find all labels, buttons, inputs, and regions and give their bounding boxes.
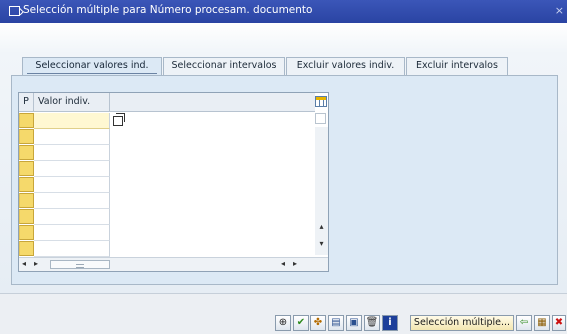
row-selector[interactable] [19, 193, 34, 208]
tab-label: Seleccionar valores ind. [35, 60, 149, 71]
tab-label: Seleccionar intervalos [171, 60, 277, 71]
tab-seleccionar-valores-ind[interactable]: Seleccionar valores ind. [22, 57, 162, 76]
value-cell[interactable] [34, 177, 110, 193]
multi-select-button[interactable]: Selección múltiple... [410, 315, 514, 331]
delete-row-icon[interactable]: ▣ [346, 315, 362, 331]
column-header-p[interactable]: P [19, 93, 34, 112]
multi-select-icon[interactable]: ✤ [310, 315, 326, 331]
scroll-thumb[interactable] [50, 260, 110, 269]
scroll-up-icon[interactable]: ▴ [315, 221, 328, 232]
value-cell[interactable] [34, 193, 110, 209]
tab-label: Excluir valores indiv. [296, 60, 395, 71]
cancel-icon[interactable]: ✖ [552, 315, 566, 331]
window-icon [9, 6, 20, 16]
scroll-left-icon[interactable]: ◂ [281, 259, 285, 268]
row-selector[interactable] [19, 145, 34, 160]
row-selector[interactable] [19, 209, 34, 224]
tab-excluir-intervalos[interactable]: Excluir intervalos [406, 57, 508, 75]
row-selector[interactable] [19, 241, 34, 256]
execute-icon[interactable]: ⊕ [275, 315, 291, 331]
title-bar: Selección múltiple para Número procesam.… [0, 0, 567, 23]
column-header-valor-indiv[interactable]: Valor indiv. [34, 93, 110, 112]
vertical-scrollbar[interactable]: ▴ ▾ [315, 127, 328, 255]
insert-row-icon[interactable]: ▤ [328, 315, 344, 331]
tab-underline [27, 73, 157, 74]
scroll-right-icon[interactable]: ▸ [293, 259, 297, 268]
tab-label: Excluir intervalos [416, 60, 498, 71]
window-title: Selección múltiple para Número procesam.… [23, 4, 313, 16]
value-cell[interactable] [34, 113, 110, 129]
value-cell[interactable] [34, 161, 110, 177]
table-settings-icon[interactable] [315, 96, 327, 107]
tab-seleccionar-intervalos[interactable]: Seleccionar intervalos [163, 57, 285, 75]
row-selector[interactable] [19, 177, 34, 192]
row-selector[interactable] [19, 113, 34, 128]
value-cell[interactable] [34, 241, 110, 257]
checkmark-icon[interactable]: ✔ [293, 315, 309, 331]
row-selector[interactable] [19, 161, 34, 176]
clipboard-icon[interactable]: ▦ [534, 315, 550, 331]
bottom-toolbar: ⊕ ✔ ✤ ▤ ▣ 🗑 i ⇦ ▦ ✖ Selección múltiple... [0, 293, 567, 334]
scroll-down-icon[interactable]: ▾ [315, 238, 328, 249]
close-icon[interactable]: × [555, 4, 564, 17]
copy-icon[interactable] [113, 113, 125, 126]
value-cell[interactable] [34, 129, 110, 145]
table-header: P Valor indiv. [19, 93, 315, 112]
row-selector[interactable] [19, 129, 34, 144]
value-cell[interactable] [34, 209, 110, 225]
select-all-box[interactable] [315, 113, 326, 124]
value-cell[interactable] [34, 225, 110, 241]
row-selector[interactable] [19, 225, 34, 240]
scroll-right-icon[interactable]: ▸ [34, 259, 38, 268]
tab-excluir-valores-indiv[interactable]: Excluir valores indiv. [286, 57, 405, 75]
delete-icon[interactable]: 🗑 [364, 315, 380, 331]
import-icon[interactable]: ⇦ [516, 315, 532, 331]
horizontal-scrollbar[interactable]: ◂ ▸ ◂ ▸ [19, 257, 328, 271]
info-icon[interactable]: i [382, 315, 398, 331]
values-table: P Valor indiv. ▴ ▾ ◂ ▸ ◂ ▸ [18, 92, 329, 272]
scroll-left-icon[interactable]: ◂ [22, 259, 26, 268]
value-cell[interactable] [34, 145, 110, 161]
